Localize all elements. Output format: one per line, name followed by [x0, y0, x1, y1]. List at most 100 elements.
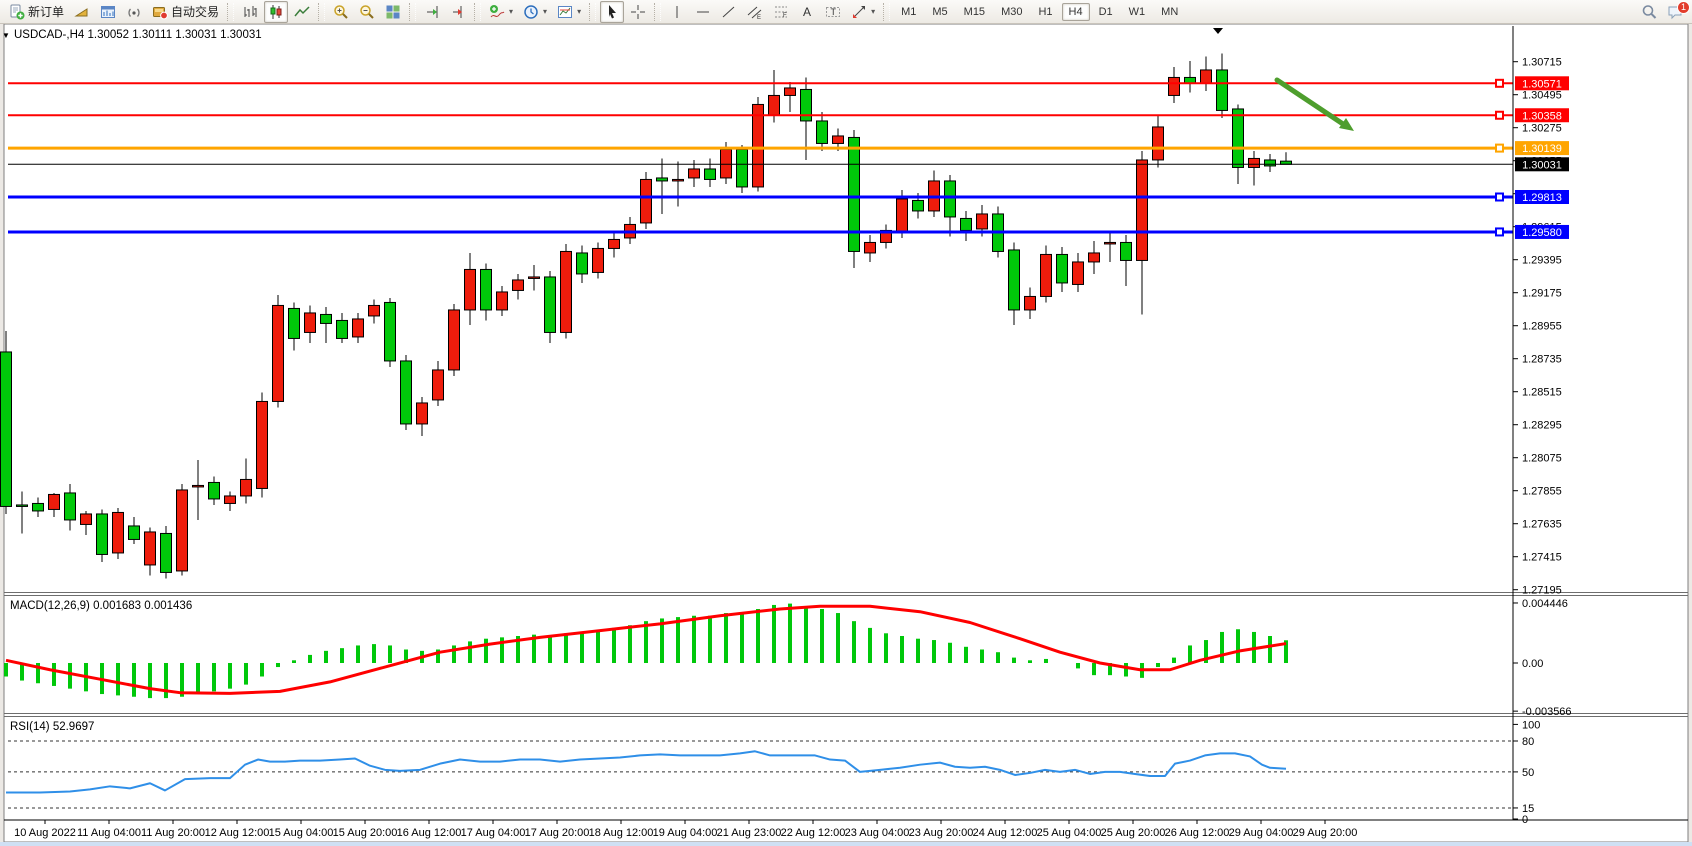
price-tick-label: 1.27635 [1522, 519, 1562, 531]
chart-window-icon [100, 4, 116, 20]
trendline-button[interactable] [717, 1, 741, 23]
timeframe-d1-button[interactable]: D1 [1092, 3, 1120, 21]
time-tick-label: 25 Aug 04:00 [1037, 827, 1102, 839]
periods-button[interactable]: ▾ [519, 1, 551, 23]
candle-body [657, 178, 668, 181]
timeframe-h4-button[interactable]: H4 [1062, 3, 1090, 21]
price-tick-label: 1.28515 [1522, 387, 1562, 399]
level-line-handle[interactable] [1496, 80, 1503, 87]
chevron-down-icon[interactable]: ▾ [509, 7, 513, 16]
time-tick-label: 26 Aug 12:00 [1165, 827, 1230, 839]
candle-body [1153, 127, 1164, 160]
candle-body [961, 218, 972, 230]
indicators-icon [489, 4, 505, 20]
vline-button[interactable] [665, 1, 689, 23]
hline-button[interactable] [691, 1, 715, 23]
timeframe-mn-button[interactable]: MN [1154, 3, 1185, 21]
zoom-out-button[interactable] [355, 1, 379, 23]
candle-body [833, 136, 844, 144]
chart-title-collapse-icon[interactable]: ▼ [2, 31, 10, 40]
timeframe-m5-button[interactable]: M5 [925, 3, 954, 21]
candle-body [897, 199, 908, 232]
arrows-button[interactable]: ▾ [847, 1, 879, 23]
fibonacci-button[interactable]: F [769, 1, 793, 23]
chart-window-button[interactable] [96, 1, 120, 23]
cursor-button[interactable] [600, 1, 624, 23]
candle-body [81, 514, 92, 525]
auto-scroll-icon [424, 4, 440, 20]
autotrade-button[interactable]: 自动交易 [148, 1, 223, 23]
timeframe-m1-button[interactable]: M1 [894, 3, 923, 21]
rsi-tick-label: 0 [1522, 814, 1528, 826]
signal-icon [126, 4, 142, 20]
candle-body [1089, 253, 1100, 262]
toolbar-separator [474, 3, 481, 21]
chevron-down-icon[interactable]: ▾ [543, 7, 547, 16]
tile-windows-button[interactable] [381, 1, 405, 23]
candle-body [177, 490, 188, 571]
time-tick-label: 23 Aug 04:00 [845, 827, 910, 839]
bars-button[interactable] [238, 1, 262, 23]
auto-scroll-button[interactable] [420, 1, 444, 23]
timeframe-m15-button[interactable]: M15 [957, 3, 992, 21]
text-icon: A [799, 4, 815, 20]
crosshair-icon [630, 4, 646, 20]
zoom-in-icon [333, 4, 349, 20]
horn-icon [74, 4, 90, 20]
time-tick-label: 15 Aug 20:00 [333, 827, 398, 839]
candles-button[interactable] [264, 1, 288, 23]
timeframe-h1-button[interactable]: H1 [1031, 3, 1059, 21]
level-line-handle[interactable] [1496, 112, 1503, 119]
zoom-out-icon [359, 4, 375, 20]
time-tick-label: 16 Aug 12:00 [397, 827, 462, 839]
level-line-handle[interactable] [1496, 228, 1503, 235]
price-tick-label: 1.27195 [1522, 585, 1562, 597]
templates-icon [557, 4, 573, 20]
timeframe-m30-button[interactable]: M30 [994, 3, 1029, 21]
line-chart-button[interactable] [290, 1, 314, 23]
templates-button[interactable]: ▾ [553, 1, 585, 23]
chevron-down-icon[interactable]: ▾ [871, 7, 875, 16]
chart-title: USDCAD-,H4 1.30052 1.30111 1.30031 1.300… [14, 29, 262, 41]
indicators-button[interactable]: ▾ [485, 1, 517, 23]
price-chart-canvas[interactable]: 1.307151.304951.302751.300551.298351.296… [0, 24, 1692, 846]
label-button[interactable]: T [821, 1, 845, 23]
candle-body [337, 320, 348, 338]
chevron-down-icon[interactable]: ▾ [577, 7, 581, 16]
candle-body [1025, 296, 1036, 310]
candle-body [97, 514, 108, 555]
new-order-button[interactable]: 新订单 [5, 1, 68, 23]
new-order-label: 新订单 [28, 3, 64, 20]
macd-label: MACD(12,26,9) 0.001683 0.001436 [10, 600, 192, 612]
candle-body [545, 277, 556, 333]
zoom-in-button[interactable] [329, 1, 353, 23]
chart-shift-button[interactable] [446, 1, 470, 23]
candle-body [817, 121, 828, 144]
candle-body [225, 496, 236, 504]
candle-body [353, 319, 364, 337]
candle-body [785, 88, 796, 96]
price-tick-label: 1.30275 [1522, 123, 1562, 135]
channel-icon: E [747, 4, 763, 20]
text-button[interactable]: A [795, 1, 819, 23]
candle-body [865, 242, 876, 253]
level-line-handle[interactable] [1496, 145, 1503, 152]
search-button[interactable] [1637, 1, 1661, 23]
level-line-handle[interactable] [1496, 194, 1503, 201]
price-tick-label: 1.28295 [1522, 420, 1562, 432]
price-tick-label: 1.29175 [1522, 288, 1562, 300]
price-tick-label: 1.27415 [1522, 552, 1562, 564]
channel-button[interactable]: E [743, 1, 767, 23]
price-tick-label: 1.30495 [1522, 90, 1562, 102]
time-tick-label: 24 Aug 12:00 [973, 827, 1038, 839]
timeframe-w1-button[interactable]: W1 [1122, 3, 1153, 21]
signal-button[interactable] [122, 1, 146, 23]
level-price-badge-label: 1.29580 [1522, 227, 1562, 239]
candle-body [769, 95, 780, 115]
crosshair-button[interactable] [626, 1, 650, 23]
horn-button[interactable] [70, 1, 94, 23]
notifications-button[interactable]: 1 [1663, 1, 1687, 23]
candle-body [257, 401, 268, 488]
time-tick-label: 22 Aug 12:00 [781, 827, 846, 839]
candle-body [577, 253, 588, 274]
